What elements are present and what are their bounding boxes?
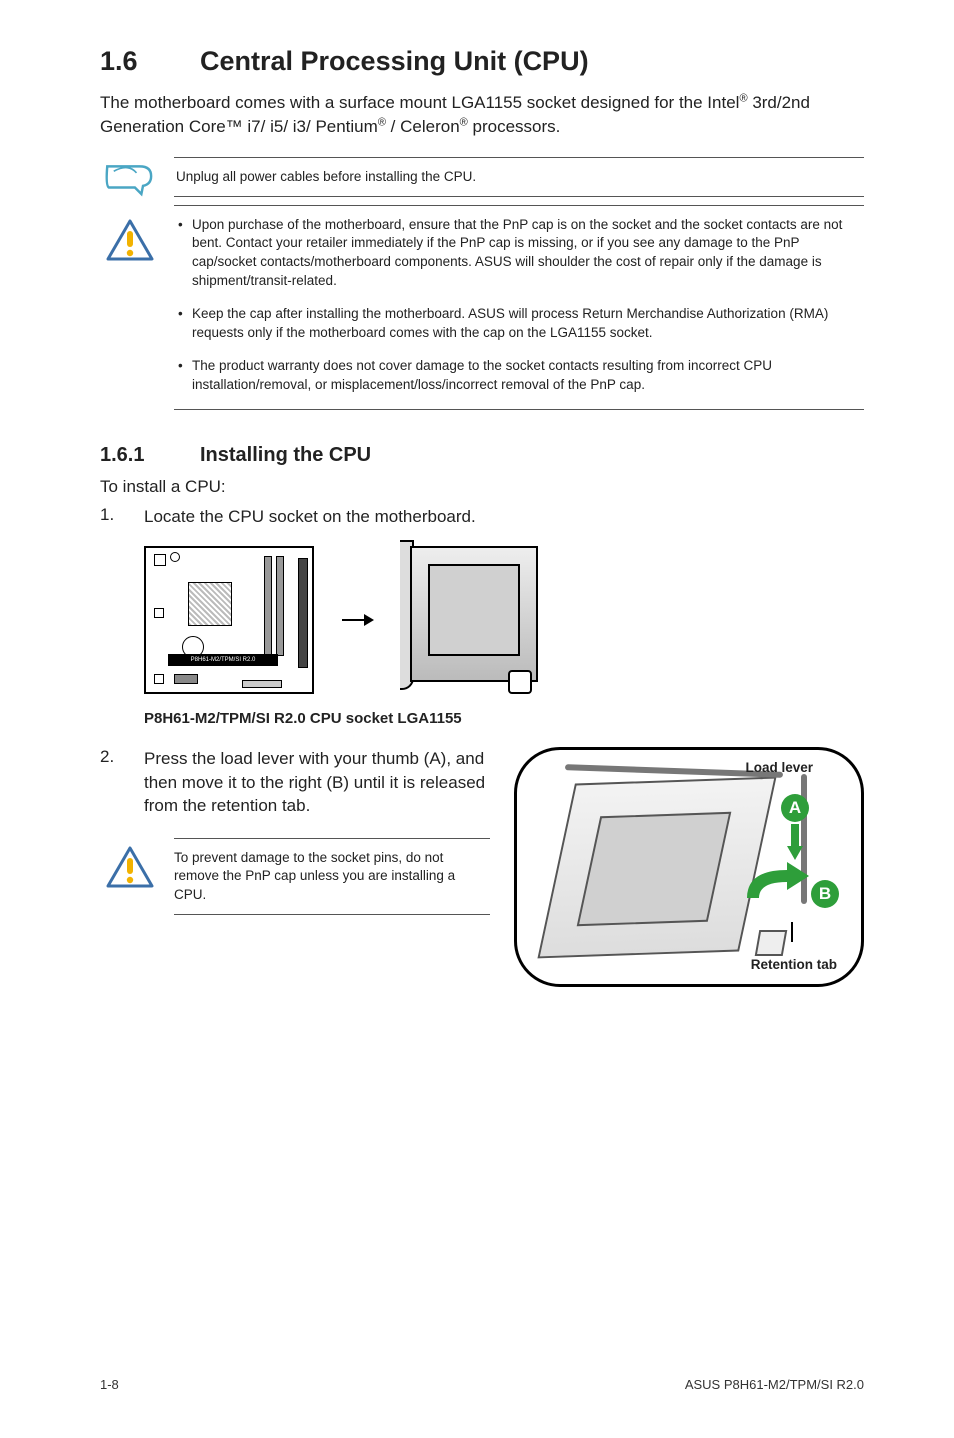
caution-bullet-3: The product warranty does not cover dama… <box>176 357 862 395</box>
label-load-lever: Load lever <box>745 760 813 775</box>
socket-lever-diagram: Load lever A B Retention tab <box>514 747 864 987</box>
board-ram-icon <box>276 556 284 656</box>
intro-line1a: The motherboard comes with a surface mou… <box>100 93 739 112</box>
note-unplug-text: Unplug all power cables before installin… <box>176 168 862 187</box>
inner-caution-text: To prevent damage to the socket pins, do… <box>174 849 490 905</box>
circle-a: A <box>781 794 809 822</box>
sd-line-icon <box>791 922 793 942</box>
board-chip2-icon <box>154 608 164 618</box>
board-chip5-icon <box>242 680 282 688</box>
subsection-title: Installing the CPU <box>200 444 371 466</box>
board-chip4-icon <box>174 674 198 684</box>
board-connector-icon <box>298 558 308 668</box>
caution-block: Upon purchase of the motherboard, ensure… <box>100 205 864 410</box>
step-1-number: 1. <box>100 505 144 528</box>
step-2-number: 2. <box>100 747 144 817</box>
green-arrow-curve-icon <box>743 862 813 902</box>
caution-icon <box>106 846 154 890</box>
board-ram2-icon <box>264 556 272 656</box>
install-intro: To install a CPU: <box>100 477 864 497</box>
step-1: 1. Locate the CPU socket on the motherbo… <box>100 505 864 528</box>
caution-body: Upon purchase of the motherboard, ensure… <box>174 205 864 410</box>
subsection-number: 1.6.1 <box>100 444 200 467</box>
diagram-caption: P8H61-M2/TPM/SI R2.0 CPU socket LGA1155 <box>144 710 864 727</box>
inner-caution-icon-col <box>100 838 160 916</box>
caution-bullet-list: Upon purchase of the motherboard, ensure… <box>176 216 862 395</box>
caution-icon <box>106 219 154 263</box>
arrow-icon <box>342 619 372 621</box>
hand-note-icon <box>104 161 156 201</box>
sd-sock-icon <box>577 812 732 926</box>
board-screw-icon <box>170 552 180 562</box>
step-2: 2. Press the load lever with your thumb … <box>100 747 490 817</box>
caution-bullet-1: Upon purchase of the motherboard, ensure… <box>176 216 862 292</box>
motherboard-diagram: P8H61-M2/TPM/SI R2.0 <box>144 546 314 694</box>
steps-list-2: 2. Press the load lever with your thumb … <box>100 747 490 817</box>
sd-tab-icon <box>755 930 788 956</box>
step-1-text: Locate the CPU socket on the motherboard… <box>144 505 864 528</box>
caution-icon-col <box>100 205 160 263</box>
note-icon-col <box>100 157 160 201</box>
intro-line2b: / Celeron <box>386 117 460 136</box>
footer-left: 1-8 <box>100 1377 119 1392</box>
step-2-right: Load lever A B Retention tab <box>514 747 864 987</box>
page: 1.6Central Processing Unit (CPU) The mot… <box>0 0 954 1438</box>
intro-sup1: ® <box>739 92 747 104</box>
intro-line2c: processors. <box>468 117 561 136</box>
intro-sup2: ® <box>378 116 386 128</box>
label-retention-tab: Retention tab <box>751 957 837 972</box>
step-2-left: 2. Press the load lever with your thumb … <box>100 747 490 915</box>
sq-sock-icon <box>428 564 520 656</box>
board-socket-icon <box>188 582 232 626</box>
intro-paragraph: The motherboard comes with a surface mou… <box>100 91 864 139</box>
sq-notch-icon <box>508 670 532 694</box>
caution-bullet-2: Keep the cap after installing the mother… <box>176 305 862 343</box>
inner-caution-block: To prevent damage to the socket pins, do… <box>100 838 490 916</box>
section-heading: 1.6Central Processing Unit (CPU) <box>100 46 864 77</box>
note-text-col: Unplug all power cables before installin… <box>174 157 864 198</box>
step-2-row: 2. Press the load lever with your thumb … <box>100 747 864 987</box>
footer-right: ASUS P8H61-M2/TPM/SI R2.0 <box>685 1377 864 1392</box>
green-arrow-down-icon <box>787 824 803 860</box>
diagram-wrap: P8H61-M2/TPM/SI R2.0 <box>144 540 864 700</box>
section-title: Central Processing Unit (CPU) <box>200 46 589 76</box>
subsection-heading: 1.6.1Installing the CPU <box>100 444 864 467</box>
circle-b: B <box>811 880 839 908</box>
steps-list: 1. Locate the CPU socket on the motherbo… <box>100 505 864 528</box>
page-footer: 1-8 ASUS P8H61-M2/TPM/SI R2.0 <box>100 1377 864 1392</box>
board-label: P8H61-M2/TPM/SI R2.0 <box>168 654 278 666</box>
section-number: 1.6 <box>100 46 200 77</box>
board-chip-icon <box>154 554 166 566</box>
board-label-text: P8H61-M2/TPM/SI R2.0 <box>169 655 277 665</box>
diagram-row: P8H61-M2/TPM/SI R2.0 P8H61-M2/TPM/SI R2.… <box>144 540 864 727</box>
intro-sup3: ® <box>460 116 468 128</box>
board-chip3-icon <box>154 674 164 684</box>
note-block-unplug: Unplug all power cables before installin… <box>100 157 864 201</box>
step-2-text: Press the load lever with your thumb (A)… <box>144 747 490 817</box>
socket-closeup-diagram <box>400 540 550 700</box>
inner-caution-text-col: To prevent damage to the socket pins, do… <box>174 838 490 916</box>
